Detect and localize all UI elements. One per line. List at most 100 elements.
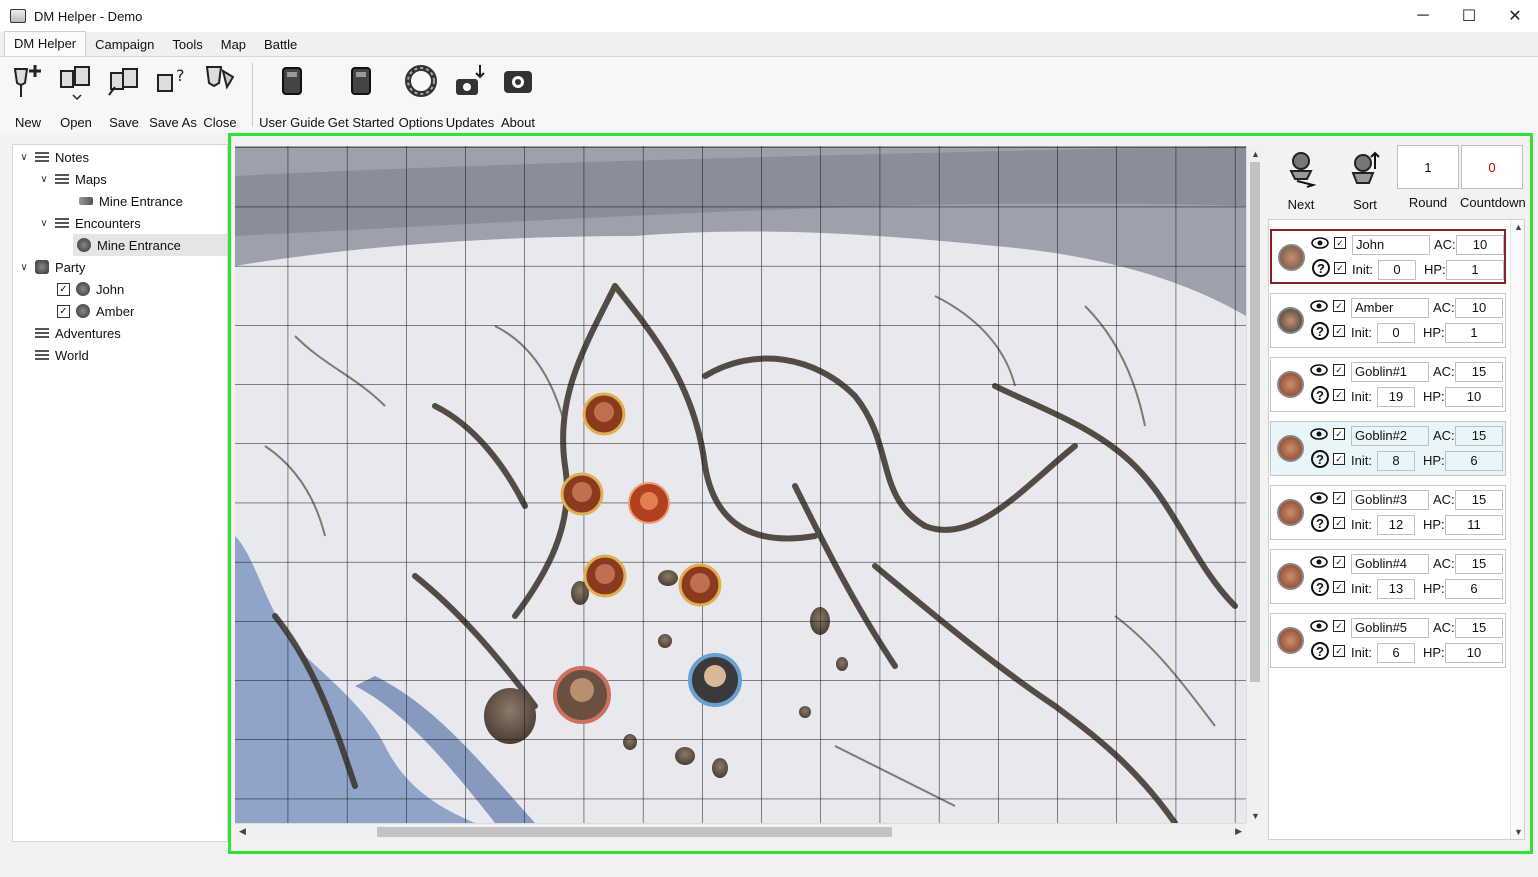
about-button[interactable]: About (495, 57, 541, 133)
tree-item-adventures[interactable]: Adventures (31, 322, 121, 344)
john-token[interactable] (553, 666, 611, 724)
visible-checkbox[interactable]: ✓ (1334, 237, 1346, 249)
scroll-up-icon[interactable]: ▲ (1251, 149, 1260, 159)
scroll-up-icon[interactable]: ▲ (1514, 222, 1523, 232)
known-checkbox[interactable]: ✓ (1333, 389, 1345, 401)
ac-field[interactable]: 15 (1455, 362, 1503, 382)
visible-checkbox[interactable]: ✓ (1333, 300, 1345, 312)
tab-campaign[interactable]: Campaign (86, 33, 163, 56)
init-field[interactable]: 12 (1377, 515, 1415, 535)
combatant-name-field[interactable]: John (1352, 235, 1430, 255)
map-horizontal-scrollbar[interactable]: ◀ ▶ (235, 823, 1246, 839)
minimize-button[interactable]: ─ (1400, 0, 1446, 32)
known-checkbox[interactable]: ✓ (1333, 325, 1345, 337)
goblin-token[interactable] (678, 563, 722, 607)
eye-icon[interactable] (1311, 237, 1329, 249)
scroll-right-icon[interactable]: ▶ (1235, 826, 1242, 837)
question-icon[interactable]: ? (1311, 578, 1329, 596)
tree-item-amber[interactable]: ✓ Amber (57, 300, 134, 322)
hp-field[interactable]: 10 (1445, 643, 1503, 663)
tree-item-world[interactable]: World (31, 344, 89, 366)
eye-icon[interactable] (1310, 620, 1328, 632)
question-icon[interactable]: ? (1311, 386, 1329, 404)
open-button[interactable]: Open (56, 57, 96, 133)
save-as-button[interactable]: ? Save As (149, 57, 197, 133)
amber-token[interactable] (688, 653, 742, 707)
countdown-counter[interactable]: 0 (1461, 145, 1523, 189)
visible-checkbox[interactable]: ✓ (1333, 364, 1345, 376)
get-started-button[interactable]: Get Started (325, 57, 397, 133)
close-window-button[interactable]: ✕ (1492, 0, 1538, 32)
map-vertical-scrollbar[interactable]: ▲ ▼ (1246, 146, 1262, 823)
init-field[interactable]: 19 (1377, 387, 1415, 407)
tree-item-encounters[interactable]: ∨ Encounters (37, 212, 140, 234)
tree-item-john[interactable]: ✓ John (57, 278, 124, 300)
tab-battle[interactable]: Battle (255, 33, 306, 56)
next-button[interactable]: Next (1270, 145, 1332, 213)
visible-checkbox[interactable]: ✓ (1333, 492, 1345, 504)
visible-checkbox[interactable]: ✓ (1333, 556, 1345, 568)
combatant-row[interactable]: ✓? ✓ Goblin#5 AC: 15 Init: 6 HP: 10 (1270, 613, 1506, 668)
visible-checkbox[interactable]: ✓ (1333, 428, 1345, 440)
goblin-token[interactable] (628, 482, 670, 524)
init-field[interactable]: 0 (1378, 260, 1416, 280)
tree-item-map-mine-entrance[interactable]: Mine Entrance (75, 190, 183, 212)
question-icon[interactable]: ? (1311, 642, 1329, 660)
eye-icon[interactable] (1310, 492, 1328, 504)
hp-field[interactable]: 1 (1446, 260, 1504, 280)
tab-dm-helper[interactable]: DM Helper (4, 31, 87, 56)
tab-map[interactable]: Map (212, 33, 255, 56)
known-checkbox[interactable]: ✓ (1333, 581, 1345, 593)
init-field[interactable]: 8 (1377, 451, 1415, 471)
ac-field[interactable]: 10 (1456, 235, 1504, 255)
combatant-name-field[interactable]: Goblin#1 (1351, 362, 1429, 382)
sort-button[interactable]: Sort (1334, 145, 1396, 213)
user-guide-button[interactable]: User Guide (259, 57, 325, 133)
john-checkbox[interactable]: ✓ (57, 282, 70, 296)
combatant-name-field[interactable]: Goblin#5 (1351, 618, 1429, 638)
init-field[interactable]: 0 (1377, 323, 1415, 343)
ac-field[interactable]: 10 (1455, 298, 1503, 318)
question-icon[interactable]: ? (1311, 322, 1329, 340)
ac-field[interactable]: 15 (1455, 426, 1503, 446)
tree-item-notes[interactable]: ∨ Notes (17, 146, 89, 168)
question-icon[interactable]: ? (1311, 450, 1329, 468)
chevron-down-icon[interactable]: ∨ (37, 174, 51, 185)
question-icon[interactable]: ? (1311, 514, 1329, 532)
scroll-down-icon[interactable]: ▼ (1514, 827, 1523, 837)
visible-checkbox[interactable]: ✓ (1333, 620, 1345, 632)
hp-field[interactable]: 10 (1445, 387, 1503, 407)
question-icon[interactable]: ? (1312, 259, 1330, 277)
combatant-row[interactable]: ✓? ✓ Goblin#4 AC: 15 Init: 13 HP: 6 (1270, 549, 1506, 604)
eye-icon[interactable] (1310, 364, 1328, 376)
combatant-name-field[interactable]: Amber (1351, 298, 1429, 318)
ac-field[interactable]: 15 (1455, 618, 1503, 638)
combatant-row[interactable]: ✓? ✓ Goblin#1 AC: 15 Init: 19 HP: 10 (1270, 357, 1506, 412)
amber-checkbox[interactable]: ✓ (57, 304, 70, 318)
scroll-thumb[interactable] (1250, 162, 1260, 682)
eye-icon[interactable] (1310, 428, 1328, 440)
goblin-token[interactable] (582, 392, 626, 436)
hp-field[interactable]: 11 (1445, 515, 1503, 535)
scroll-thumb[interactable] (377, 827, 892, 837)
ac-field[interactable]: 15 (1455, 554, 1503, 574)
combatant-name-field[interactable]: Goblin#3 (1351, 490, 1429, 510)
combatant-row[interactable]: ✓? ✓ Goblin#2 AC: 15 Init: 8 HP: 6 (1270, 421, 1506, 476)
chevron-down-icon[interactable]: ∨ (37, 218, 51, 229)
round-counter[interactable]: 1 (1397, 145, 1459, 189)
known-checkbox[interactable]: ✓ (1333, 645, 1345, 657)
maximize-button[interactable]: ☐ (1446, 0, 1492, 32)
ac-field[interactable]: 15 (1455, 490, 1503, 510)
known-checkbox[interactable]: ✓ (1334, 262, 1346, 274)
close-button[interactable]: Close (194, 57, 246, 133)
known-checkbox[interactable]: ✓ (1333, 517, 1345, 529)
hp-field[interactable]: 1 (1445, 323, 1503, 343)
eye-icon[interactable] (1310, 300, 1328, 312)
tab-tools[interactable]: Tools (163, 33, 211, 56)
goblin-token[interactable] (583, 554, 627, 598)
combatant-list-scrollbar[interactable]: ▲ ▼ (1510, 220, 1524, 839)
combatant-row[interactable]: ✓? ✓ John AC: 10 Init: 0 HP: 1 (1270, 229, 1506, 284)
chevron-down-icon[interactable]: ∨ (17, 152, 31, 163)
new-button[interactable]: New (0, 57, 56, 133)
tree-item-party[interactable]: ∨ Party (17, 256, 85, 278)
